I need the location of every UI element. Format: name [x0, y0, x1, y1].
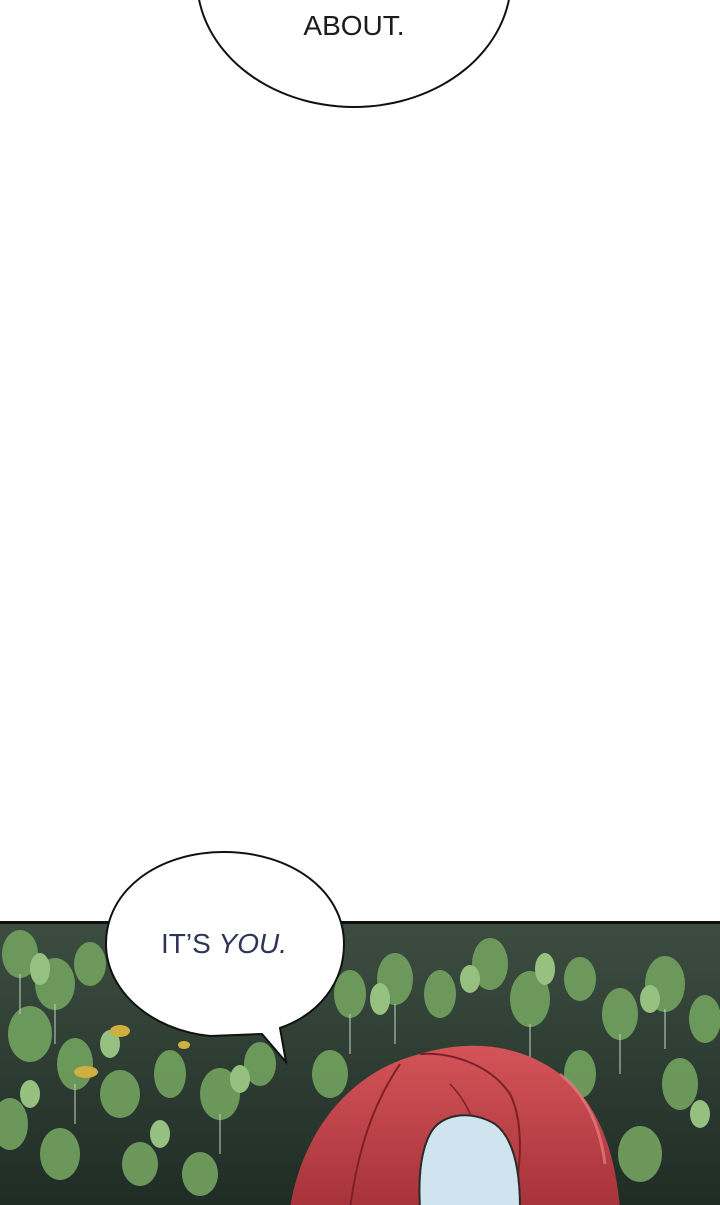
- speech-bubble-top: ABOUT.: [196, 0, 512, 108]
- speech-text-its-you: IT’S YOU.: [106, 928, 342, 960]
- speech-text-you: YOU.: [218, 928, 288, 959]
- speech-text-about: ABOUT.: [303, 10, 405, 41]
- speech-text-its: IT’S: [160, 928, 211, 959]
- forest-illustration: [0, 924, 720, 1205]
- blank-panel: ABOUT.: [0, 0, 720, 921]
- forest-panel: [0, 921, 720, 1205]
